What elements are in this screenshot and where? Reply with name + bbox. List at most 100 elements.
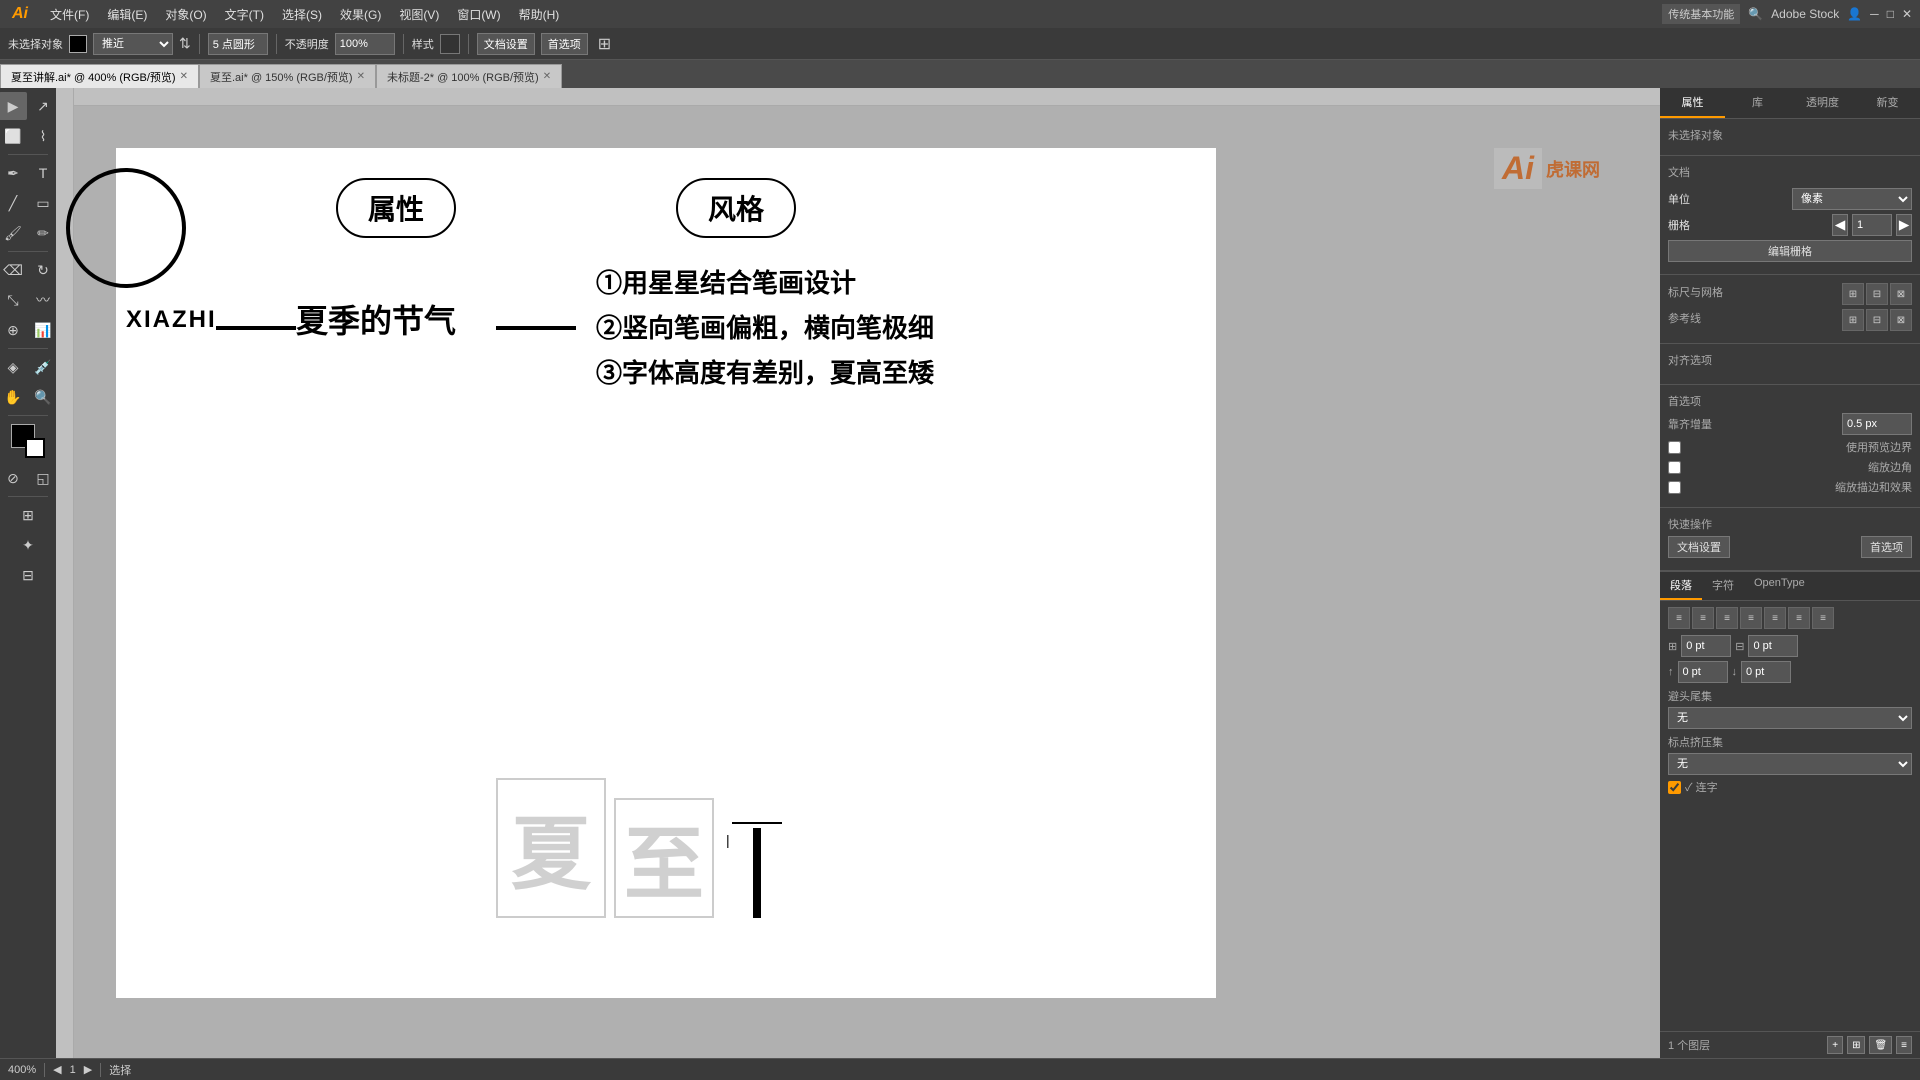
menu-edit[interactable]: 编辑(E)	[99, 4, 155, 25]
guide-icon-2[interactable]: ⊟	[1866, 309, 1888, 331]
graph-tool[interactable]: 📊	[29, 316, 57, 344]
pencil-tool[interactable]: ✏	[29, 219, 57, 247]
grid-input[interactable]	[1852, 214, 1892, 236]
zoom-level[interactable]: 400%	[8, 1064, 36, 1076]
qa-preferences-btn[interactable]: 首选项	[1861, 536, 1912, 558]
paintbrush-tool[interactable]: 🖌	[0, 219, 27, 247]
zoom-tool[interactable]: 🔍	[29, 383, 57, 411]
artboard-prev-btn[interactable]: ◀	[53, 1063, 61, 1076]
menu-file[interactable]: 文件(F)	[42, 4, 97, 25]
bpanel-tab-paragraph[interactable]: 段落	[1660, 572, 1702, 600]
symbol-tool[interactable]: ⊕	[0, 316, 27, 344]
menu-object[interactable]: 对象(O)	[157, 4, 214, 25]
menu-view[interactable]: 视图(V)	[391, 4, 447, 25]
type-tool[interactable]: T	[29, 159, 57, 187]
hyphen-select[interactable]: 无	[1668, 707, 1912, 729]
warp-tool[interactable]: 〰	[29, 286, 57, 314]
ruler-icon-2[interactable]: ⊟	[1866, 283, 1888, 305]
rpanel-tab-properties[interactable]: 属性	[1660, 88, 1725, 118]
menu-select[interactable]: 选择(S)	[274, 4, 330, 25]
snap-input[interactable]	[1842, 413, 1912, 435]
menu-effect[interactable]: 效果(G)	[332, 4, 389, 25]
layer-del-btn[interactable]: 🗑	[1869, 1036, 1892, 1054]
rotate-tool[interactable]: ↻	[29, 256, 57, 284]
para-justify-center[interactable]: ≡	[1764, 607, 1786, 629]
hand-tool[interactable]: ✋	[0, 383, 27, 411]
menu-window[interactable]: 窗口(W)	[449, 4, 508, 25]
artboard[interactable]: 属性 风格 XIAZHI 夏季的节气 ①用星星结合笔画设计 ②竖向笔画偏粗，横向…	[116, 148, 1216, 998]
edit-grid-btn[interactable]: 编辑栅格	[1668, 240, 1912, 262]
none-icon[interactable]: ⊘	[0, 464, 27, 492]
minimize-icon[interactable]: ─	[1870, 7, 1879, 21]
corner-checkbox[interactable]	[1668, 461, 1681, 474]
rpanel-tab-gradient[interactable]: 新变	[1855, 88, 1920, 118]
select-tool[interactable]: ▶	[0, 92, 27, 120]
doc-settings-button[interactable]: 文档设置	[477, 33, 535, 55]
tab-1[interactable]: 夏至.ai* @ 150% (RGB/预览) ✕	[199, 64, 376, 88]
tab-2-close[interactable]: ✕	[543, 71, 551, 82]
layer-dup-btn[interactable]: ⊞	[1847, 1036, 1865, 1054]
layer-add-btn[interactable]: +	[1827, 1036, 1843, 1054]
opacity-input[interactable]	[335, 33, 395, 55]
menu-type[interactable]: 文字(T)	[217, 4, 272, 25]
grid-dec-btn[interactable]: ◀	[1832, 214, 1848, 236]
para-justify-left[interactable]: ≡	[1740, 607, 1762, 629]
point-type-input[interactable]	[208, 33, 268, 55]
para-align-left[interactable]: ≡	[1668, 607, 1690, 629]
user-icon[interactable]: 👤	[1847, 7, 1862, 21]
menu-help[interactable]: 帮助(H)	[511, 4, 568, 25]
ruler-icon-1[interactable]: ⊞	[1842, 283, 1864, 305]
gradient-icon[interactable]: ◱	[29, 464, 57, 492]
extra-tool-3[interactable]: ⊟	[14, 561, 42, 589]
tab-1-close[interactable]: ✕	[357, 71, 365, 82]
tab-2[interactable]: 未标题-2* @ 100% (RGB/预览) ✕	[376, 64, 562, 88]
guide-icon-1[interactable]: ⊞	[1842, 309, 1864, 331]
guide-icon-3[interactable]: ⊠	[1890, 309, 1912, 331]
direct-select-tool[interactable]: ↗	[29, 92, 57, 120]
fill-color-box[interactable]	[69, 35, 87, 53]
para-align-center[interactable]: ≡	[1692, 607, 1714, 629]
justify-select[interactable]: 无	[1668, 753, 1912, 775]
preview-checkbox[interactable]	[1668, 441, 1681, 454]
workspace-mode[interactable]: 传统基本功能	[1662, 4, 1740, 24]
preferences-button[interactable]: 首选项	[541, 33, 588, 55]
tab-0[interactable]: 夏至讲解.ai* @ 400% (RGB/预览) ✕	[0, 64, 199, 88]
grid-inc-btn[interactable]: ▶	[1896, 214, 1912, 236]
arrange-icon[interactable]: ⊞	[598, 34, 611, 54]
nudge-arrows[interactable]: ⇅	[179, 35, 191, 52]
para-justify-right[interactable]: ≡	[1788, 607, 1810, 629]
artboard-next-btn[interactable]: ▶	[84, 1063, 92, 1076]
rpanel-tab-transparency[interactable]: 透明度	[1790, 88, 1855, 118]
layer-menu-btn[interactable]: ≡	[1896, 1036, 1912, 1054]
para-align-right[interactable]: ≡	[1716, 607, 1738, 629]
blend-tool[interactable]: ◈	[0, 353, 27, 381]
shape-tool[interactable]: ▭	[29, 189, 57, 217]
space-before-input[interactable]	[1678, 661, 1728, 683]
extra-tool-1[interactable]: ⊞	[14, 501, 42, 529]
right-indent-input[interactable]	[1748, 635, 1798, 657]
stroke-style-dropdown[interactable]: 推近	[93, 33, 173, 55]
space-after-input[interactable]	[1741, 661, 1791, 683]
tab-0-close[interactable]: ✕	[180, 71, 188, 82]
ruler-icon-3[interactable]: ⊠	[1890, 283, 1912, 305]
eyedropper-tool[interactable]: 💉	[29, 353, 57, 381]
left-indent-input[interactable]	[1681, 635, 1731, 657]
bpanel-tab-opentype[interactable]: OpenType	[1744, 572, 1815, 600]
rpanel-tab-library[interactable]: 库	[1725, 88, 1790, 118]
pill-style[interactable]: 风格	[676, 178, 796, 238]
qa-doc-settings-btn[interactable]: 文档设置	[1668, 536, 1730, 558]
para-justify-all[interactable]: ≡	[1812, 607, 1834, 629]
bpanel-tab-character[interactable]: 字符	[1702, 572, 1744, 600]
lasso-tool[interactable]: ⌇	[29, 122, 57, 150]
scale-tool[interactable]: ⤡	[0, 286, 27, 314]
line-tool[interactable]: ╱	[0, 189, 27, 217]
stroke-checkbox[interactable]	[1668, 481, 1681, 494]
eraser-tool[interactable]: ⌫	[0, 256, 27, 284]
close-icon[interactable]: ✕	[1902, 7, 1912, 21]
extra-tool-2[interactable]: ✦	[14, 531, 42, 559]
maximize-icon[interactable]: □	[1887, 7, 1894, 21]
style-swatch[interactable]	[440, 34, 460, 54]
canvas-area[interactable]: 属性 风格 XIAZHI 夏季的节气 ①用星星结合笔画设计 ②竖向笔画偏粗，横向…	[56, 88, 1660, 1058]
pen-tool[interactable]: ✒	[0, 159, 27, 187]
pill-attr[interactable]: 属性	[336, 178, 456, 238]
